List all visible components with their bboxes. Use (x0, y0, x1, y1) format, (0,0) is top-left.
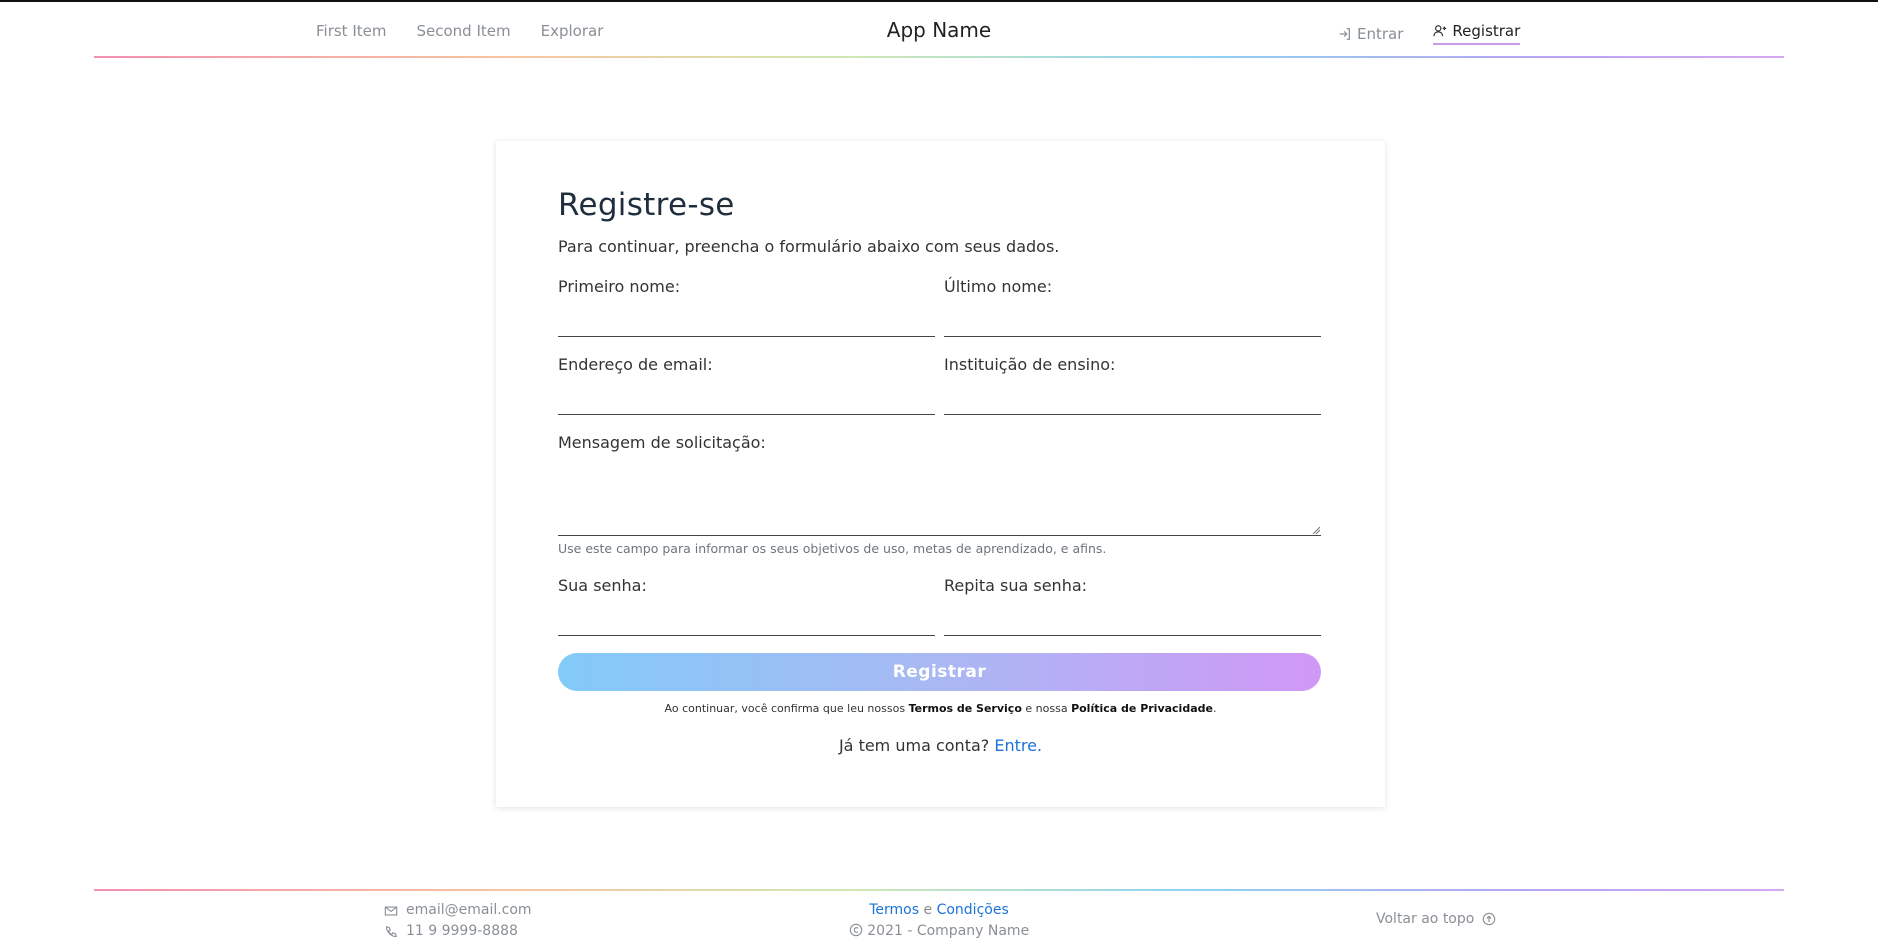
conditions-link[interactable]: Condições (937, 902, 1009, 918)
login-label: Entrar (1357, 24, 1404, 43)
message-textarea[interactable] (558, 447, 1321, 536)
footer-and: e (923, 902, 933, 918)
footer-divider (94, 889, 1784, 891)
legal-text: Ao continuar, você confirma que leu noss… (496, 702, 1385, 715)
nav-right: Entrar Registrar (1338, 22, 1521, 45)
have-account-text: Já tem uma conta? Entre. (496, 736, 1385, 755)
login-link[interactable]: Entrar (1338, 22, 1403, 45)
register-card: Registre-se Para continuar, preencha o f… (496, 141, 1385, 807)
terms-of-service-link[interactable]: Termos de Serviço (909, 702, 1022, 715)
register-button[interactable]: Registrar (558, 653, 1321, 691)
arrow-up-circle-icon (1483, 912, 1496, 926)
message-hint: Use este campo para informar os seus obj… (558, 541, 1107, 556)
form-subtitle: Para continuar, preencha o formulário ab… (558, 237, 1060, 256)
first-name-field[interactable] (558, 313, 935, 337)
back-to-top-label: Voltar ao topo (1376, 911, 1475, 927)
password-label: Sua senha: (558, 576, 647, 595)
header-divider (94, 56, 1784, 58)
footer-links: Termos e Condições (0, 900, 1878, 921)
password-field[interactable] (558, 612, 935, 636)
legal-prefix: Ao continuar, você confirma que leu noss… (664, 702, 906, 715)
copyright-text: 2021 - Company Name (867, 923, 1030, 939)
last-name-field[interactable] (944, 313, 1321, 337)
privacy-policy-link[interactable]: Política de Privacidade (1071, 702, 1213, 715)
copyright-icon (849, 923, 863, 937)
register-label: Registrar (1452, 22, 1521, 40)
page-title: Registre-se (558, 187, 735, 223)
resize-handle-icon[interactable] (1312, 526, 1320, 534)
legal-and: e nossa (1025, 702, 1068, 715)
password-repeat-field[interactable] (944, 612, 1321, 636)
legal-end: . (1212, 702, 1217, 715)
brand-container: App Name (0, 18, 1878, 42)
email-field[interactable] (558, 391, 935, 415)
header: First Item Second Item Explorar App Name… (0, 2, 1878, 58)
password-repeat-label: Repita sua senha: (944, 576, 1088, 595)
footer-center: Termos e Condições 2021 - Company Name (0, 900, 1878, 942)
copyright-row: 2021 - Company Name (0, 921, 1878, 942)
email-label: Endereço de email: (558, 355, 713, 374)
add-user-icon (1433, 25, 1447, 37)
terms-link[interactable]: Termos (869, 902, 919, 918)
institution-label: Instituição de ensino: (944, 355, 1116, 374)
login-inline-link[interactable]: Entre. (994, 736, 1042, 755)
last-name-label: Último nome: (944, 277, 1053, 296)
register-link[interactable]: Registrar (1433, 22, 1521, 45)
app-name[interactable]: App Name (887, 18, 991, 42)
back-to-top-link[interactable]: Voltar ao topo (1376, 911, 1496, 927)
institution-field[interactable] (944, 391, 1321, 415)
have-account-label: Já tem uma conta? (838, 736, 990, 755)
first-name-label: Primeiro nome: (558, 277, 681, 296)
login-icon (1339, 27, 1350, 40)
